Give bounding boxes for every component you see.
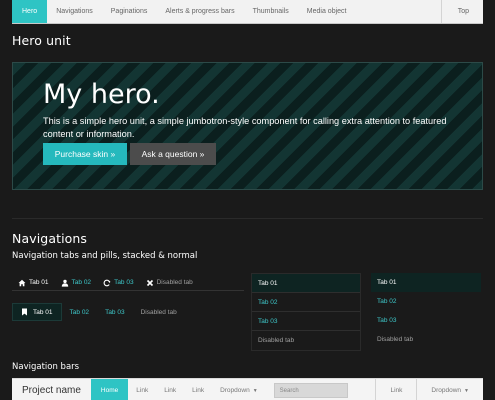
demo-navbar: Project name Home Link Link Link Dropdow… bbox=[12, 378, 483, 400]
purchase-skin-button[interactable]: Purchase skin » bbox=[43, 143, 127, 165]
navigation-tabs-subtitle: Navigation tabs and pills, stacked & nor… bbox=[12, 251, 198, 261]
stacked-pill-01[interactable]: Tab 01 bbox=[371, 273, 481, 292]
stacked-tabs: Tab 01 Tab 02 Tab 03 Disabled tab bbox=[251, 273, 361, 351]
close-icon bbox=[146, 279, 154, 287]
navbar-brand[interactable]: Project name bbox=[12, 379, 91, 400]
stacked-tab-disabled: Disabled tab bbox=[258, 337, 295, 344]
pill-01[interactable]: Tab 01 bbox=[12, 303, 62, 321]
stacked-tab-03[interactable]: Tab 03 bbox=[252, 312, 360, 331]
navigations-section-title: Navigations bbox=[12, 231, 88, 246]
user-icon bbox=[61, 279, 69, 287]
tab-01[interactable]: Tab 01 bbox=[12, 275, 55, 291]
tab-label: Tab 01 bbox=[29, 279, 49, 286]
stacked-pills: Tab 01 Tab 02 Tab 03 Disabled tab bbox=[371, 273, 481, 349]
divider bbox=[12, 218, 483, 219]
nav-pills: Tab 01 Tab 02 Tab 03 Disabled tab bbox=[12, 303, 185, 321]
pill-02[interactable]: Tab 02 bbox=[62, 303, 98, 321]
navbar-search-input[interactable]: Search bbox=[273, 383, 348, 398]
caret-down-icon: ▼ bbox=[464, 387, 469, 394]
ask-question-button[interactable]: Ask a question » bbox=[130, 143, 216, 165]
navigation-bars-subtitle: Navigation bars bbox=[12, 362, 80, 372]
navbar-home-link[interactable]: Home bbox=[90, 379, 129, 400]
pill-label: Tab 01 bbox=[33, 308, 53, 316]
hero-title: My hero. bbox=[43, 79, 160, 110]
stacked-tab-01[interactable]: Tab 01 bbox=[252, 274, 360, 293]
navbar-dropdown[interactable]: Dropdown ▼ bbox=[212, 379, 266, 400]
stacked-pill-02[interactable]: Tab 02 bbox=[371, 292, 481, 311]
tab-label: Disabled tab bbox=[156, 279, 193, 286]
navbar-right-dropdown-label: Dropdown bbox=[431, 387, 462, 394]
topnav-item-thumbnails[interactable]: Thumbnails bbox=[244, 0, 298, 23]
pill-disabled: Disabled tab bbox=[140, 308, 177, 316]
tab-03[interactable]: Tab 03 bbox=[97, 275, 140, 291]
navbar-link-2[interactable]: Link bbox=[156, 379, 184, 400]
topnav-item-hero[interactable]: Hero bbox=[12, 0, 48, 23]
topnav-item-media-object[interactable]: Media object bbox=[298, 0, 356, 23]
tab-label: Tab 03 bbox=[114, 279, 134, 286]
topnav-item-paginations[interactable]: Paginations bbox=[102, 0, 157, 23]
bookmark-icon bbox=[21, 308, 29, 316]
tab-02[interactable]: Tab 02 bbox=[55, 275, 98, 291]
navbar-link-1[interactable]: Link bbox=[128, 379, 156, 400]
tab-label: Tab 02 bbox=[71, 279, 92, 286]
stacked-pill-03[interactable]: Tab 03 bbox=[371, 311, 481, 330]
nav-tabs: Tab 01 Tab 02 Tab 03 Disabled tab bbox=[12, 275, 244, 291]
hero-unit: My hero. This is a simple hero unit, a s… bbox=[12, 62, 483, 190]
topnav-top-link[interactable]: Top bbox=[440, 0, 483, 23]
stacked-pill-disabled: Disabled tab bbox=[377, 336, 414, 343]
navbar-dropdown-label: Dropdown bbox=[220, 387, 250, 394]
caret-down-icon: ▼ bbox=[252, 387, 258, 394]
hero-section-title: Hero unit bbox=[12, 33, 71, 48]
hero-text: This is a simple hero unit, a simple jum… bbox=[43, 116, 447, 139]
topnav-item-navigations[interactable]: Navigations bbox=[47, 0, 102, 23]
navbar-right-dropdown[interactable]: Dropdown ▼ bbox=[416, 379, 483, 400]
refresh-icon bbox=[103, 279, 111, 287]
navbar-link-3[interactable]: Link bbox=[184, 379, 212, 400]
top-navbar: Hero Navigations Paginations Alerts & pr… bbox=[12, 0, 483, 24]
home-icon bbox=[18, 279, 26, 287]
navbar-right-link[interactable]: Link bbox=[375, 379, 416, 400]
stacked-tab-02[interactable]: Tab 02 bbox=[252, 293, 360, 312]
tab-disabled: Disabled tab bbox=[140, 275, 199, 291]
topnav-item-alerts[interactable]: Alerts & progress bars bbox=[156, 0, 243, 23]
pill-03[interactable]: Tab 03 bbox=[97, 303, 133, 321]
